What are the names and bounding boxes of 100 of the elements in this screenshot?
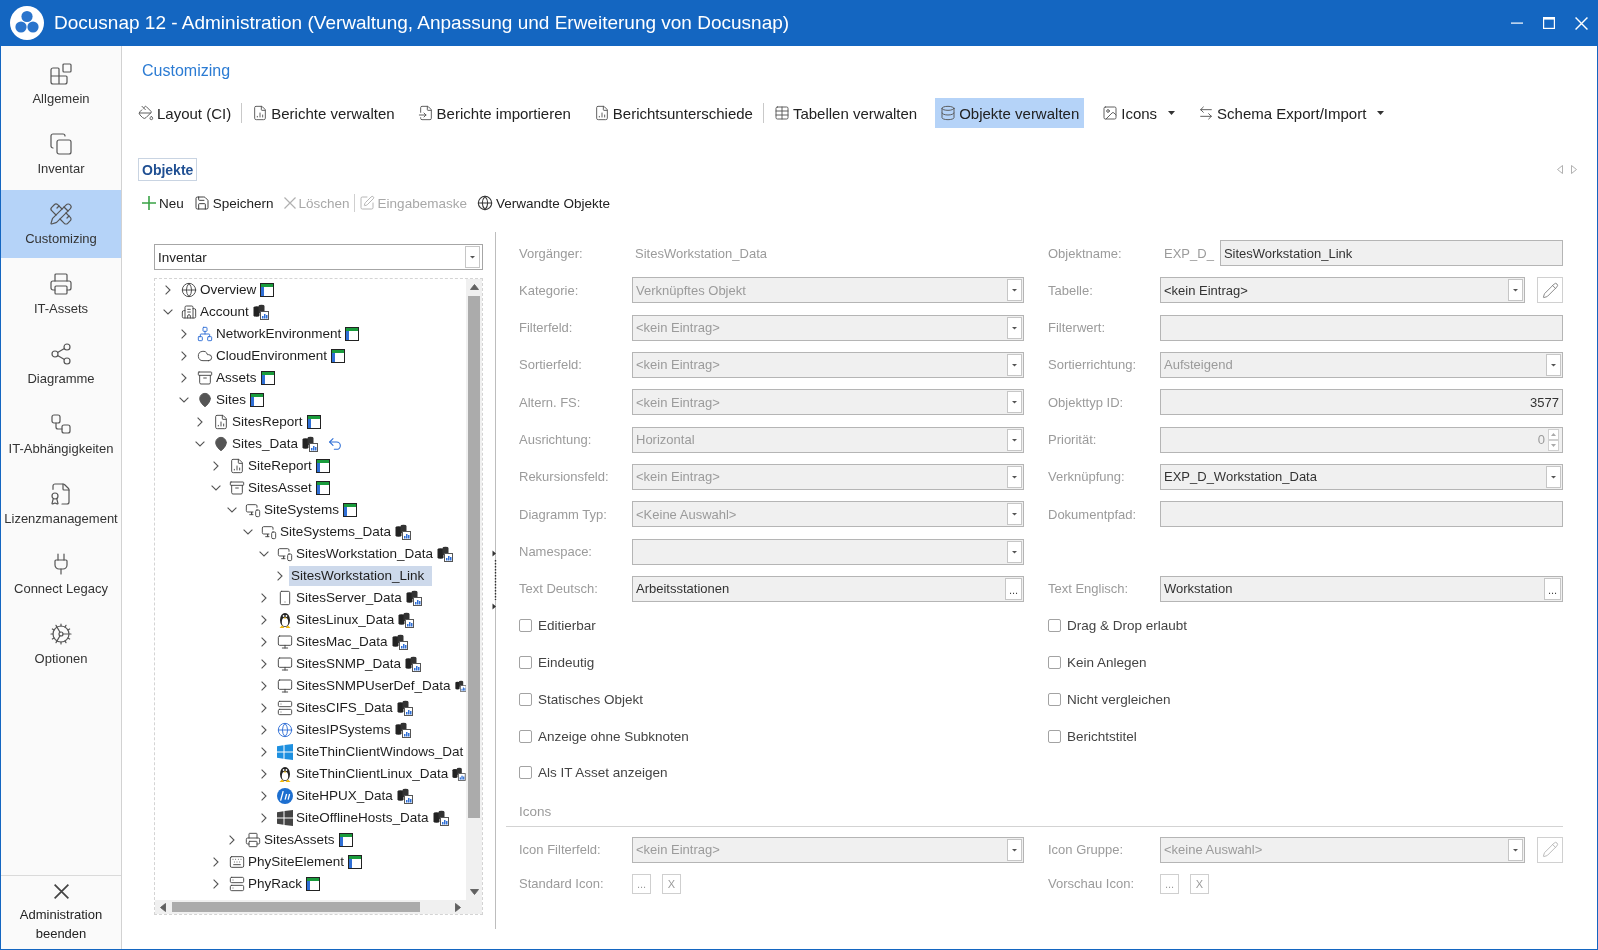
- text-field[interactable]: Arbeitsstationen ...: [632, 575, 1024, 602]
- tab[interactable]: Objekte: [138, 158, 198, 181]
- ribbon-button[interactable]: Berichtsunterschiede: [588, 98, 758, 128]
- left-arrow-icon[interactable]: [160, 902, 166, 912]
- vertical-scrollbar[interactable]: [466, 279, 482, 900]
- dropdown-field[interactable]: EXP_D_Workstation_Data: [1160, 463, 1563, 490]
- scrollbar-thumb[interactable]: [468, 296, 480, 818]
- chevron-down-icon[interactable]: [258, 551, 269, 557]
- chevron-right-icon[interactable]: [276, 571, 283, 581]
- text-field[interactable]: SitesWorkstation_Link: [1219, 240, 1563, 266]
- tree-item[interactable]: SiteReport: [246, 456, 316, 476]
- chevron-right-icon[interactable]: [228, 835, 235, 845]
- caret-icon[interactable]: [1508, 279, 1523, 302]
- checkbox[interactable]: [519, 766, 532, 780]
- checkbox[interactable]: [519, 692, 532, 706]
- toolbar-button[interactable]: Verwandte Objekte: [476, 195, 610, 211]
- toolbar-button[interactable]: Neu: [142, 195, 184, 211]
- edit-button[interactable]: [1537, 277, 1563, 304]
- horizontal-scrollbar[interactable]: [155, 900, 466, 914]
- dropdown-field[interactable]: [632, 538, 1024, 565]
- chevron-right-icon[interactable]: [212, 461, 219, 471]
- caret-icon[interactable]: [1007, 540, 1022, 563]
- down-arrow-icon[interactable]: [469, 889, 479, 895]
- scroll-left-icon[interactable]: [1557, 165, 1563, 174]
- text-field[interactable]: Workstation ...: [1160, 575, 1563, 602]
- chevron-right-icon[interactable]: [260, 637, 267, 647]
- chevron-right-icon[interactable]: [196, 417, 203, 427]
- tree-item[interactable]: Overview: [198, 280, 261, 300]
- tree-item[interactable]: SitesCIFS_Data: [294, 698, 397, 718]
- right-arrow-icon[interactable]: [455, 902, 461, 912]
- sidebar-item[interactable]: IT-Assets: [1, 260, 121, 328]
- exit-button[interactable]: Administration beenden: [1, 884, 121, 943]
- tree-item[interactable]: SitesAssets: [262, 830, 339, 850]
- tree-item[interactable]: CloudEnvironment: [214, 346, 332, 366]
- tree-item[interactable]: SitesSNMP_Data: [294, 654, 406, 674]
- tree-item[interactable]: SiteThinClientWindows_Dat: [294, 742, 466, 762]
- toolbar-button[interactable]: Speichern: [193, 195, 274, 211]
- edit-button[interactable]: [1537, 836, 1563, 863]
- tree-item[interactable]: SitesMac_Data: [294, 632, 392, 652]
- tree-item[interactable]: SitesIPSystems: [294, 720, 395, 740]
- tree-item[interactable]: SitesLinux_Data: [294, 610, 399, 630]
- tree-item[interactable]: NetworkEnvironment: [214, 324, 346, 344]
- sidebar-item[interactable]: Optionen: [1, 610, 121, 678]
- sidebar-item[interactable]: Lizenzmanagement: [1, 470, 121, 538]
- tree-item[interactable]: SiteThinClientLinux_Data: [294, 764, 453, 784]
- tree-item[interactable]: Account: [198, 302, 253, 322]
- tree-item[interactable]: SitesServer_Data: [294, 588, 406, 608]
- chevron-right-icon[interactable]: [260, 659, 267, 669]
- chevron-right-icon[interactable]: [260, 681, 267, 691]
- ellipsis-button[interactable]: ...: [1005, 577, 1022, 600]
- text-field[interactable]: [1160, 314, 1563, 341]
- scrollbar-thumb[interactable]: [172, 902, 420, 912]
- ribbon-button[interactable]: Layout (CI): [133, 98, 237, 128]
- tree-item[interactable]: SitesReport: [230, 412, 307, 432]
- chevron-right-icon[interactable]: [260, 593, 267, 603]
- sidebar-item[interactable]: Diagramme: [1, 330, 121, 398]
- tree-item[interactable]: Sites_Data: [230, 434, 303, 454]
- ribbon-button[interactable]: Objekte verwalten: [935, 98, 1085, 128]
- tree-item[interactable]: SiteHPUX_Data: [294, 786, 397, 806]
- chevron-down-icon[interactable]: [226, 507, 237, 513]
- chevron-right-icon[interactable]: [180, 351, 187, 361]
- chevron-right-icon[interactable]: [260, 769, 267, 779]
- ribbon-button[interactable]: Tabellen verwalten: [768, 98, 923, 128]
- tree-item[interactable]: SitesAsset: [246, 478, 316, 498]
- chevron-right-icon[interactable]: [260, 725, 267, 735]
- checkbox[interactable]: [1048, 692, 1061, 706]
- splitter-grip[interactable]: [492, 550, 499, 610]
- checkbox[interactable]: [1048, 656, 1061, 670]
- tree-item[interactable]: SitesSNMPUserDef_Data: [294, 676, 455, 696]
- number-field[interactable]: 3577: [1160, 389, 1563, 416]
- chevron-down-icon[interactable]: [242, 529, 253, 535]
- tree-item[interactable]: SiteSystems_Data: [278, 522, 396, 542]
- text-field[interactable]: [1160, 501, 1563, 528]
- scroll-right-icon[interactable]: [1571, 165, 1577, 174]
- chevron-down-icon[interactable]: [210, 485, 221, 491]
- category-dropdown[interactable]: Inventar: [154, 244, 483, 270]
- dropdown-field[interactable]: <kein Eintrag>: [1160, 277, 1525, 304]
- chevron-right-icon[interactable]: [212, 857, 219, 867]
- checkbox[interactable]: [1048, 619, 1061, 633]
- tree-item[interactable]: Assets: [214, 368, 261, 388]
- chevron-right-icon[interactable]: [260, 615, 267, 625]
- chevron-right-icon[interactable]: [260, 747, 267, 757]
- chevron-right-icon[interactable]: [260, 703, 267, 713]
- caret-icon[interactable]: [465, 246, 480, 268]
- sidebar-item[interactable]: Connect Legacy: [1, 540, 121, 608]
- checkbox[interactable]: [519, 729, 532, 743]
- sidebar-item[interactable]: IT-Abhängigkeiten: [1, 400, 121, 468]
- tree-item[interactable]: SitesWorkstation_Data: [294, 544, 438, 564]
- checkbox[interactable]: [519, 619, 532, 633]
- chevron-right-icon[interactable]: [180, 373, 187, 383]
- chevron-right-icon[interactable]: [260, 791, 267, 801]
- checkbox[interactable]: [519, 656, 532, 670]
- chevron-right-icon[interactable]: [212, 879, 219, 889]
- tree-item[interactable]: PhySiteElement: [246, 852, 349, 872]
- ribbon-button[interactable]: Berichte verwalten: [247, 98, 400, 128]
- ribbon-button[interactable]: Icons: [1097, 98, 1181, 128]
- checkbox[interactable]: [1048, 729, 1061, 743]
- tree-item[interactable]: PhyRack: [246, 874, 307, 894]
- chevron-down-icon[interactable]: [162, 309, 173, 315]
- chevron-right-icon[interactable]: [180, 329, 187, 339]
